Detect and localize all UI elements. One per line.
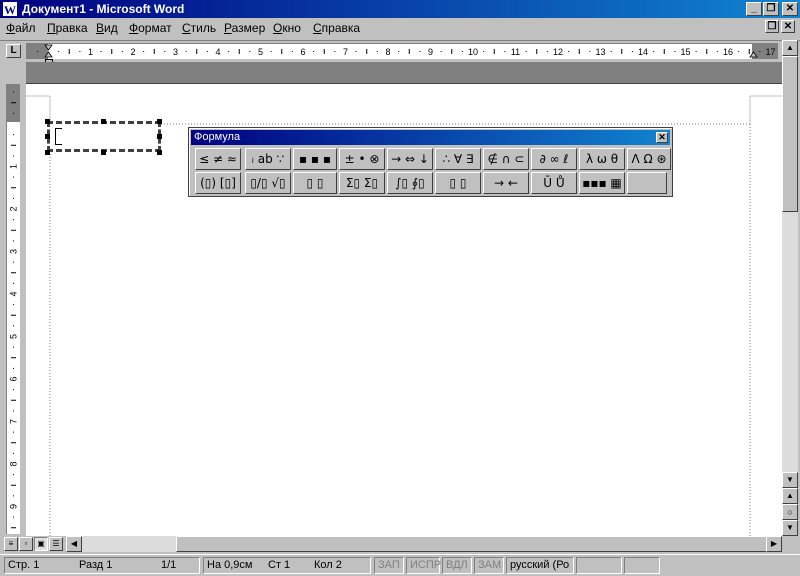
resize-handle-t[interactable] xyxy=(101,119,106,124)
menu-format[interactable]: Формат xyxy=(129,21,172,35)
formula-palette-row1-button-8[interactable]: ∂ ∞ ℓ xyxy=(531,148,577,170)
vruler-number: 9 xyxy=(9,504,19,509)
scroll-left-icon[interactable]: ◀ xyxy=(66,536,82,552)
formula-palette-row2-button-3[interactable]: ▯ ▯ xyxy=(293,172,337,194)
menu-file[interactable]: Файл xyxy=(6,21,36,35)
select-browse-object-icon[interactable]: ○ xyxy=(782,504,798,520)
normal-view-icon[interactable]: ≡ xyxy=(4,537,18,551)
menu-size[interactable]: Размер xyxy=(224,21,265,35)
status-trk[interactable]: ИСПР xyxy=(406,557,441,574)
next-page-icon[interactable]: ▼ xyxy=(782,520,798,536)
status-at: На 0,9см xyxy=(207,559,253,571)
formula-palette-row2-button-7[interactable]: → ← xyxy=(483,172,529,194)
vertical-ruler[interactable]: 1 2 3 4 5 6 7 8 9 xyxy=(6,84,20,534)
word-app-icon[interactable]: W xyxy=(2,1,18,17)
vruler-number: 7 xyxy=(9,419,19,424)
vruler-number: 4 xyxy=(9,291,19,296)
vertical-scroll-thumb[interactable] xyxy=(782,56,798,212)
formula-palette-row1-button-6[interactable]: ∴ ∀ ∃ xyxy=(435,148,481,170)
status-pages: 1/1 xyxy=(161,559,177,571)
vertical-scrollbar[interactable]: ▲ ▼ ▲ ○ ▼ xyxy=(782,40,798,536)
doc-restore-icon[interactable]: ❐ xyxy=(765,20,779,33)
resize-handle-b[interactable] xyxy=(101,150,106,155)
menu-view[interactable]: Вид xyxy=(96,21,118,35)
outline-view-icon[interactable]: ☰ xyxy=(49,537,63,551)
horizontal-scroll-thumb[interactable] xyxy=(176,536,772,552)
status-ext[interactable]: ВДЛ xyxy=(442,557,472,574)
formula-palette-row2-button-10 xyxy=(627,172,667,194)
horizontal-ruler[interactable]: 1 2 3 4 5 6 7 8 9 10 11 12 13 14 15 16 17 xyxy=(26,43,778,64)
vruler-number: 5 xyxy=(9,334,19,339)
status-bar: Стр. 1 Разд 1 1/1 На 0,9см Ст 1 Кол 2 ЗА… xyxy=(0,554,800,576)
page-top-margin-band xyxy=(26,62,782,84)
formula-palette-title[interactable]: Формула xyxy=(191,130,670,145)
vruler-number: 3 xyxy=(9,249,19,254)
status-language[interactable]: русский (Ро xyxy=(506,557,574,574)
doc-close-icon[interactable]: ✕ xyxy=(781,20,795,33)
resize-handle-bl[interactable] xyxy=(45,150,50,155)
formula-palette-row1-button-9[interactable]: λ ω θ xyxy=(579,148,625,170)
formula-palette-row2-button-1[interactable]: (▯) [▯] xyxy=(195,172,241,194)
formula-close-icon[interactable]: ✕ xyxy=(656,132,668,143)
close-icon[interactable]: ✕ xyxy=(782,2,798,16)
status-line: Ст 1 xyxy=(268,559,291,571)
vruler-number: 2 xyxy=(9,206,19,211)
formula-palette-window: Формула ✕ ≤ ≠ ≈ ᵢ ab ∵ ▪ ▪ ▪ ± • ⊗ → ⇔ ↓ ∴ ∀ … xyxy=(188,127,673,197)
menu-bar: Файл Правка Вид Формат Стиль Размер Окно… xyxy=(0,18,800,38)
tab-selector[interactable]: L xyxy=(6,44,21,58)
resize-handle-br[interactable] xyxy=(157,150,162,155)
formula-palette-row1-button-4[interactable]: ± • ⊗ xyxy=(339,148,385,170)
page-layout-view-icon[interactable]: ▣ xyxy=(34,537,48,551)
equation-object-frame[interactable] xyxy=(47,121,161,152)
resize-handle-tr[interactable] xyxy=(157,119,162,124)
resize-handle-tl[interactable] xyxy=(45,119,50,124)
formula-palette-row1-button-10[interactable]: Λ Ω ⊛ xyxy=(627,148,671,170)
formula-palette-row1-button-1[interactable]: ≤ ≠ ≈ xyxy=(195,148,241,170)
formula-palette-row2-button-8[interactable]: Ū Ů xyxy=(531,172,577,194)
vruler-number: 6 xyxy=(9,376,19,381)
status-ovr[interactable]: ЗАМ xyxy=(474,557,504,574)
prev-page-icon[interactable]: ▲ xyxy=(782,488,798,504)
title-bar: W Документ1 - Microsoft Word _ ❐ ✕ xyxy=(0,0,800,18)
indent-markers[interactable] xyxy=(26,44,778,59)
status-page: Стр. 1 xyxy=(8,559,40,571)
status-col: Кол 2 xyxy=(314,559,342,571)
status-section: Разд 1 xyxy=(79,559,113,571)
resize-handle-l[interactable] xyxy=(45,134,50,139)
scroll-right-icon[interactable]: ▶ xyxy=(766,536,782,552)
formula-palette-row2-button-9[interactable]: ▪▪▪ ▦ xyxy=(579,172,625,194)
minimize-icon[interactable]: _ xyxy=(746,2,762,16)
formula-palette-row1-button-5[interactable]: → ⇔ ↓ xyxy=(387,148,433,170)
horizontal-scrollbar[interactable]: ◀ ▶ xyxy=(66,536,782,552)
status-rec[interactable]: ЗАП xyxy=(374,557,404,574)
formula-palette-row1-button-3[interactable]: ▪ ▪ ▪ xyxy=(293,148,337,170)
vruler-number: 1 xyxy=(9,164,19,169)
vruler-number: 8 xyxy=(9,461,19,466)
scroll-up-icon[interactable]: ▲ xyxy=(782,40,798,56)
menu-window[interactable]: Окно xyxy=(273,21,301,35)
scroll-down-icon[interactable]: ▼ xyxy=(782,472,798,488)
vruler-ticks: 1 2 3 4 5 6 7 8 9 xyxy=(9,91,19,529)
menu-style[interactable]: Стиль xyxy=(182,21,216,35)
window-title: Документ1 - Microsoft Word xyxy=(22,2,185,16)
formula-palette-row1-button-7[interactable]: ∉ ∩ ⊂ xyxy=(483,148,529,170)
menu-help[interactable]: Справка xyxy=(313,21,360,35)
restore-icon[interactable]: ❐ xyxy=(763,2,779,16)
status-position-panel: Стр. 1 Разд 1 1/1 xyxy=(4,557,200,574)
formula-palette-row2-button-6[interactable]: ▯ ▯ xyxy=(435,172,481,194)
web-view-icon[interactable]: ▫ xyxy=(19,537,33,551)
resize-handle-r[interactable] xyxy=(157,134,162,139)
menu-edit[interactable]: Правка xyxy=(47,21,88,35)
formula-palette-row2-button-5[interactable]: ∫▯ ∮▯ xyxy=(387,172,433,194)
formula-palette-row2-button-2[interactable]: ▯/▯ √▯ xyxy=(245,172,291,194)
formula-palette-row1-button-2[interactable]: ᵢ ab ∵ xyxy=(245,148,291,170)
formula-palette-row2-button-4[interactable]: Σ▯ Σ▯ xyxy=(339,172,385,194)
status-extra xyxy=(624,557,660,574)
status-cursor-panel: На 0,9см Ст 1 Кол 2 xyxy=(203,557,371,574)
status-spelling xyxy=(576,557,622,574)
equation-slot-cursor xyxy=(55,128,62,145)
